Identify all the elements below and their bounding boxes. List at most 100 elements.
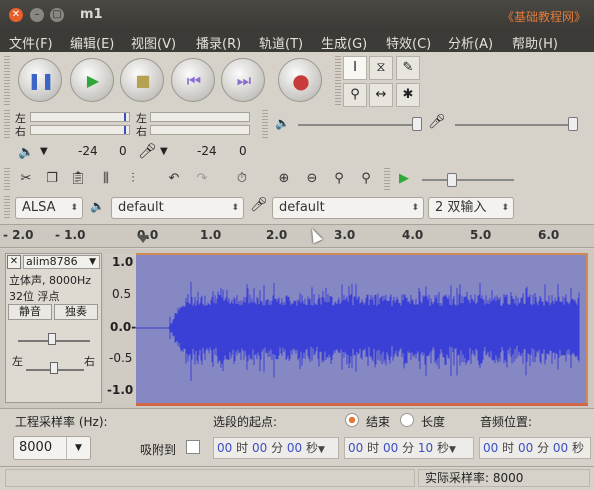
play-icon: ▶: [86, 71, 100, 90]
pan-left-label: 左: [12, 355, 23, 368]
host-select[interactable]: ALSA ⬍: [15, 197, 83, 219]
fit-selection-icon[interactable]: ⚲: [327, 168, 351, 190]
ruler-tick: 6.0: [538, 228, 560, 242]
timeline-ruler[interactable]: [0, 224, 594, 248]
cut-icon[interactable]: ✂: [14, 168, 38, 190]
rec-meter-right-label: 右: [136, 125, 147, 138]
copy-icon[interactable]: ❐: [40, 168, 64, 190]
t1-seconds: 00: [286, 441, 303, 455]
stop-button[interactable]: ■: [120, 58, 164, 102]
microphone-icon[interactable]: 🎤︎: [138, 142, 157, 160]
t3-seconds-unit: 秒: [572, 441, 585, 455]
device-grip[interactable]: [4, 196, 10, 220]
silence-icon[interactable]: ⫶: [121, 168, 145, 190]
rate-value: 8000: [19, 440, 53, 455]
play-meter-menu-icon[interactable]: ▼: [40, 146, 48, 157]
meter-grip[interactable]: [4, 110, 10, 138]
playat-grip[interactable]: [384, 168, 390, 190]
paste-icon[interactable]: 📋︎: [66, 168, 90, 190]
t2-hours-unit: 时: [367, 441, 380, 455]
ruler-tick: - 1.0: [55, 228, 86, 242]
channels-select[interactable]: 2 双输入 ⬍: [428, 197, 514, 219]
play-button[interactable]: ▶: [70, 58, 114, 102]
solo-button[interactable]: 独奏: [54, 304, 98, 320]
zoom-tool-icon[interactable]: ⚲: [343, 83, 367, 107]
mixer-grip[interactable]: [262, 110, 268, 138]
input-volume-thumb[interactable]: [568, 117, 578, 131]
menu-tracks[interactable]: 轨道(T): [259, 33, 303, 52]
rec-meter-right[interactable]: [150, 125, 250, 135]
play-at-speed-icon[interactable]: ▶: [392, 168, 416, 190]
edit-grip[interactable]: [4, 168, 10, 190]
selection-tool-icon[interactable]: I: [343, 56, 367, 80]
end-radio[interactable]: [345, 413, 359, 427]
host-value: ALSA: [22, 200, 56, 215]
t1-menu-icon[interactable]: ▼: [318, 445, 325, 455]
draw-tool-icon[interactable]: ✎: [396, 56, 420, 80]
trim-icon[interactable]: ⫼: [94, 168, 118, 190]
snap-checkbox[interactable]: [186, 440, 200, 454]
ruler-tick: 3.0: [334, 228, 356, 242]
speaker-icon[interactable]: 🔈: [18, 145, 34, 160]
play-meter-left[interactable]: [30, 112, 130, 122]
rate-combo[interactable]: 8000 ▼: [13, 436, 91, 460]
zoom-out-icon[interactable]: ⊖: [300, 168, 324, 190]
menu-transport[interactable]: 播录(R): [196, 33, 241, 52]
zoom-in-icon[interactable]: ⊕: [272, 168, 296, 190]
record-button[interactable]: ●: [278, 58, 322, 102]
pause-icon: ❚❚: [27, 71, 55, 90]
undo-icon[interactable]: ↶: [162, 168, 186, 190]
t2-seconds: 10: [417, 441, 434, 455]
skip-start-button[interactable]: ⏮: [171, 58, 215, 102]
output-device-select[interactable]: default ⬍: [111, 197, 244, 219]
audio-position-time[interactable]: 00 时 00 分 00 秒: [479, 437, 591, 459]
output-volume-thumb[interactable]: [412, 117, 422, 131]
output-volume-slider[interactable]: [298, 124, 418, 126]
rate-dropdown-icon[interactable]: ▼: [66, 437, 90, 459]
track-name-menu[interactable]: alim8786 ▼: [23, 255, 100, 269]
input-device-select[interactable]: default ⬍: [272, 197, 424, 219]
track-close-icon[interactable]: ✕: [7, 255, 21, 269]
redo-icon[interactable]: ↷: [190, 168, 214, 190]
selection-start-time[interactable]: 00 时 00 分 00 秒▼: [213, 437, 339, 459]
gain-thumb[interactable]: [48, 333, 56, 345]
t1-hours-unit: 时: [236, 441, 249, 455]
skip-end-icon: ⏭: [236, 71, 252, 90]
menu-effect[interactable]: 特效(C): [386, 33, 431, 52]
menu-generate[interactable]: 生成(G): [321, 33, 367, 52]
ruler-tick: 1.0: [200, 228, 222, 242]
skip-end-button[interactable]: ⏭: [221, 58, 265, 102]
menu-view[interactable]: 视图(V): [131, 33, 176, 52]
pan-thumb[interactable]: [50, 362, 58, 374]
multi-tool-icon[interactable]: ✱: [396, 83, 420, 107]
play-speed-slider[interactable]: [422, 179, 514, 181]
close-icon[interactable]: ✕: [9, 8, 23, 22]
timeshift-tool-icon[interactable]: ↔: [369, 83, 393, 107]
transport-grip[interactable]: [4, 56, 10, 106]
rec-meter-left[interactable]: [150, 112, 250, 122]
tools-grip[interactable]: [335, 56, 341, 106]
waveform-view[interactable]: [136, 253, 588, 403]
input-volume-slider[interactable]: [455, 124, 575, 126]
mute-button[interactable]: 静音: [8, 304, 52, 320]
menu-bar: 文件(F) 编辑(E) 视图(V) 播录(R) 轨道(T) 生成(G) 特效(C…: [0, 30, 594, 52]
menu-file[interactable]: 文件(F): [9, 33, 53, 52]
maximize-icon[interactable]: □: [50, 8, 64, 22]
selection-end-time[interactable]: 00 时 00 分 10 秒▼: [344, 437, 474, 459]
ruler-tick: 2.0: [266, 228, 288, 242]
pause-button[interactable]: ❚❚: [18, 58, 62, 102]
length-radio[interactable]: [400, 413, 414, 427]
minimize-icon[interactable]: –: [30, 8, 44, 22]
record-icon: ●: [292, 69, 310, 93]
envelope-tool-icon[interactable]: ⧖: [369, 56, 393, 80]
fit-project-icon[interactable]: ⚲: [354, 168, 378, 190]
sync-lock-icon[interactable]: ⏱: [230, 168, 254, 190]
rec-meter-menu-icon[interactable]: ▼: [160, 146, 168, 157]
menu-analyze[interactable]: 分析(A): [448, 33, 493, 52]
menu-edit[interactable]: 编辑(E): [70, 33, 114, 52]
t2-menu-icon[interactable]: ▼: [449, 445, 456, 455]
snap-label: 吸附到: [140, 443, 177, 457]
menu-help[interactable]: 帮助(H): [512, 33, 558, 52]
play-meter-right[interactable]: [30, 125, 130, 135]
play-speed-thumb[interactable]: [447, 173, 457, 187]
